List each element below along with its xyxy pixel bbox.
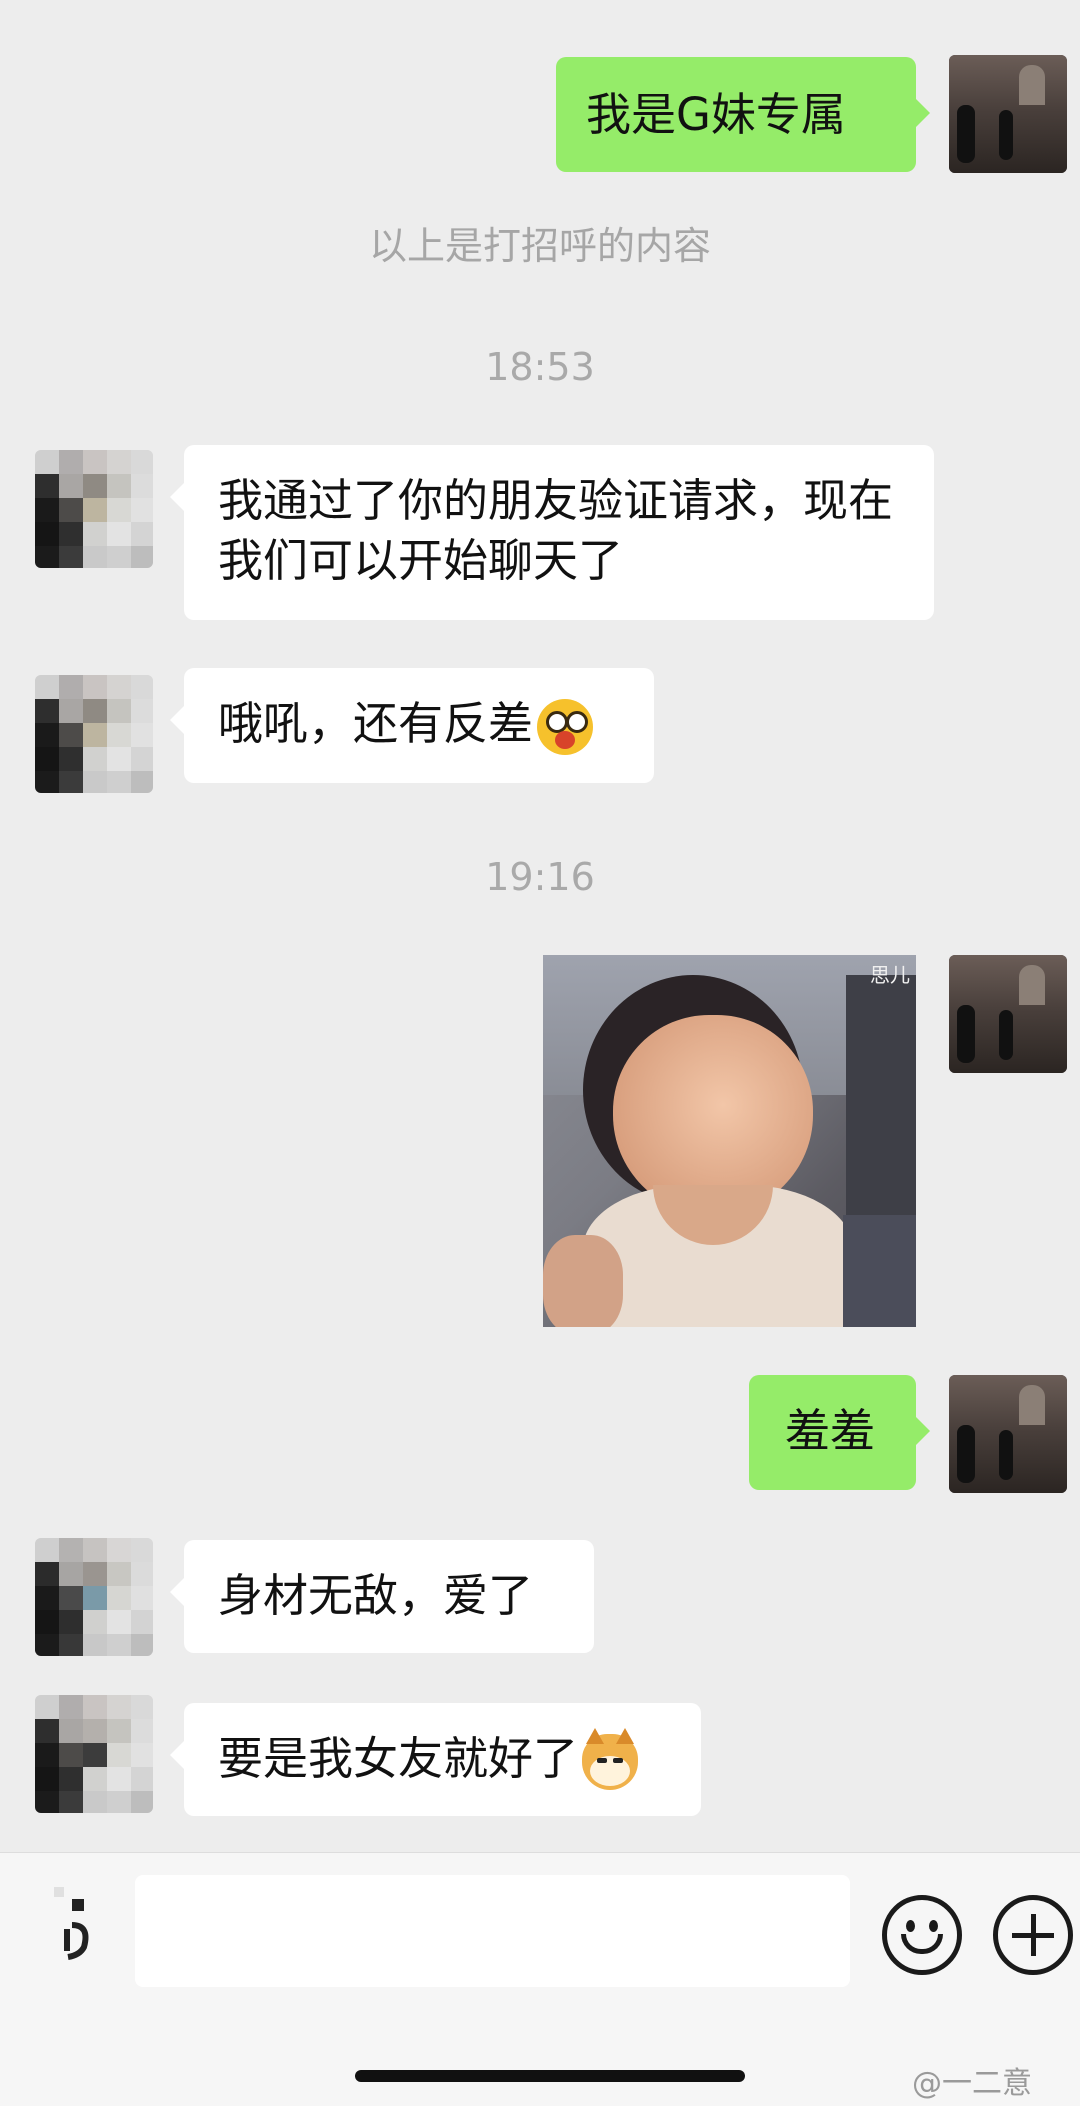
my-avatar[interactable]	[949, 1375, 1067, 1493]
contact-avatar[interactable]	[35, 450, 153, 568]
sent-message-bubble[interactable]: 羞羞	[749, 1375, 930, 1490]
received-message-bubble[interactable]: 哦吼，还有反差	[170, 668, 654, 783]
voice-icon[interactable]	[50, 1885, 120, 1960]
photo-watermark: 思儿	[870, 963, 910, 987]
my-avatar[interactable]	[949, 955, 1067, 1073]
message-text: 哦吼，还有反差	[218, 697, 534, 750]
timestamp: 19:16	[485, 855, 595, 899]
system-notice: 以上是打招呼的内容	[368, 224, 711, 268]
message-text: 我通过了你的朋友验证请求，现在我们可以开始聊天了	[218, 474, 894, 587]
sent-message-bubble[interactable]: 我是G妹专属	[556, 57, 930, 172]
home-indicator[interactable]	[355, 2070, 745, 2082]
sent-photo-message[interactable]: 思儿	[543, 955, 916, 1327]
message-text: 我是G妹专属	[586, 88, 846, 141]
received-message-bubble[interactable]: 身材无敌，爱了	[170, 1540, 594, 1653]
plus-icon[interactable]	[993, 1895, 1073, 1975]
message-input[interactable]	[135, 1875, 850, 1987]
emoji-icon[interactable]	[882, 1895, 962, 1975]
my-avatar[interactable]	[949, 55, 1067, 173]
message-text: 要是我女友就好了	[218, 1732, 579, 1785]
contact-avatar[interactable]	[35, 675, 153, 793]
surprised-emoji-icon	[537, 699, 594, 755]
weibo-watermark: @一二意	[912, 2066, 1032, 2101]
contact-avatar[interactable]	[35, 1538, 153, 1656]
received-message-bubble[interactable]: 要是我女友就好了	[170, 1703, 701, 1816]
received-message-bubble[interactable]: 我通过了你的朋友验证请求，现在我们可以开始聊天了	[170, 445, 934, 620]
timestamp: 18:53	[485, 345, 595, 389]
message-text: 身材无敌，爱了	[218, 1569, 534, 1622]
message-text: 羞羞	[785, 1404, 876, 1457]
contact-avatar[interactable]	[35, 1695, 153, 1813]
doge-emoji-icon	[582, 1728, 639, 1790]
